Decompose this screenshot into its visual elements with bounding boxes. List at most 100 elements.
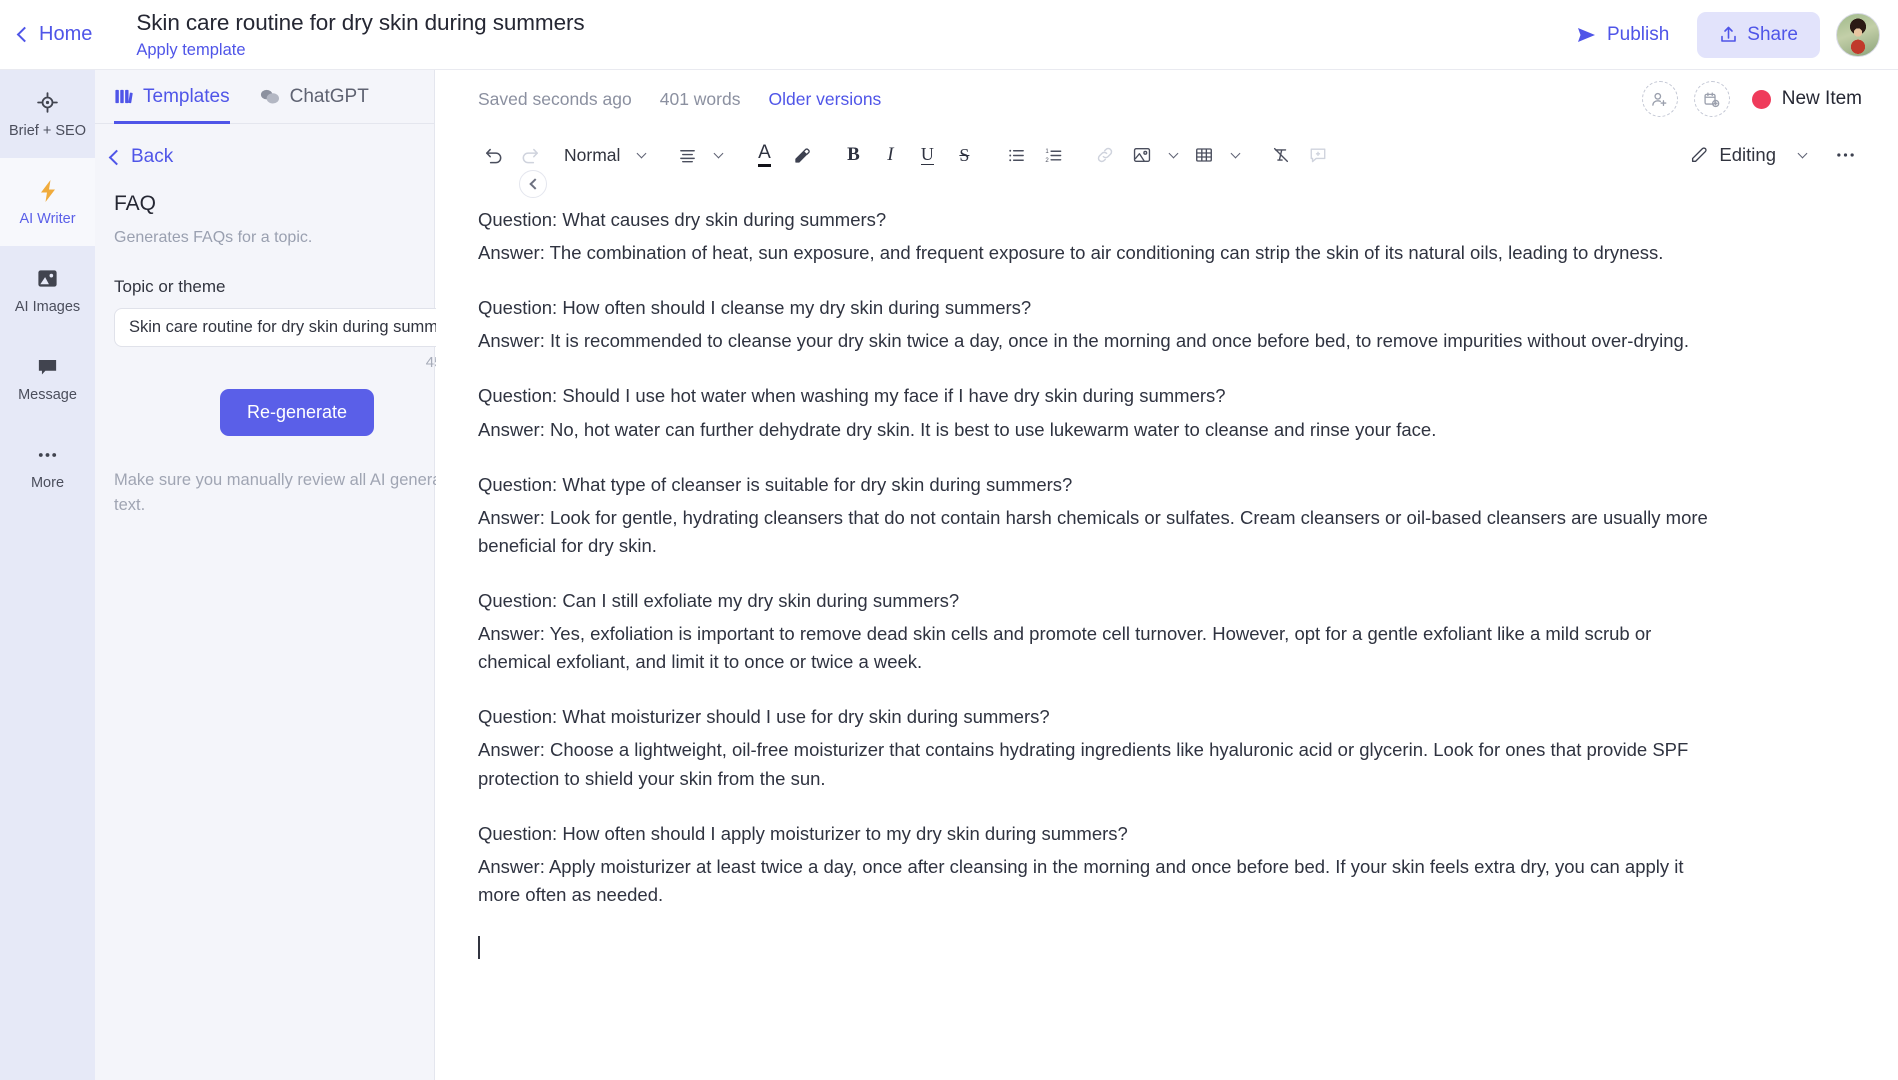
editor-status-bar: Saved seconds ago 401 words Older versio… xyxy=(436,70,1898,128)
svg-text:1: 1 xyxy=(1045,148,1049,155)
paragraph-style-caret[interactable] xyxy=(630,138,652,172)
chevron-down-icon xyxy=(1797,148,1807,159)
qa-block: Question: What causes dry skin during su… xyxy=(478,206,1858,267)
left-icon-rail: Brief + SEO AI Writer AI Images Message xyxy=(0,70,95,1080)
add-person-icon xyxy=(1651,91,1668,108)
older-versions-link[interactable]: Older versions xyxy=(768,89,881,110)
qa-answer: Answer: No, hot water can further dehydr… xyxy=(478,418,1437,440)
insert-image-button[interactable] xyxy=(1125,138,1159,172)
qa-question: Question: What moisturizer should I use … xyxy=(478,706,1050,728)
qa-answer: Answer: The combination of heat, sun exp… xyxy=(478,242,1664,264)
sidebar-item-label: AI Images xyxy=(14,298,81,315)
header-actions: Publish Share xyxy=(1563,11,1880,58)
upload-icon xyxy=(1719,25,1738,44)
pencil-icon xyxy=(1689,145,1709,165)
template-description: Generates FAQs for a topic. xyxy=(114,229,313,246)
topic-input[interactable] xyxy=(114,308,480,347)
align-caret[interactable] xyxy=(707,138,729,172)
sidebar-item-ai-writer[interactable]: AI Writer xyxy=(0,158,95,246)
bold-button[interactable]: B xyxy=(836,138,870,172)
new-item-label: New Item xyxy=(1781,88,1862,109)
editing-mode-label: Editing xyxy=(1719,144,1776,165)
toolbar-more-button[interactable] xyxy=(1828,138,1862,172)
editing-mode-controls: Editing xyxy=(1689,138,1862,172)
character-counter: 45 / 100 xyxy=(425,354,480,371)
qa-block: Question: How often should I apply moist… xyxy=(478,820,1858,909)
templates-grid-icon xyxy=(114,87,133,106)
regenerate-button[interactable]: Re-generate xyxy=(219,389,375,436)
qa-answer: Answer: Choose a lightweight, oil-free m… xyxy=(478,739,1689,789)
regenerate-row: Re-generate xyxy=(114,389,480,436)
strikethrough-icon: S xyxy=(959,144,970,165)
sidebar-item-ai-images[interactable]: AI Images xyxy=(0,246,95,334)
tab-templates[interactable]: Templates xyxy=(114,70,230,124)
paragraph-style-select[interactable]: Normal xyxy=(564,145,620,166)
title-block: Skin care routine for dry skin during su… xyxy=(136,9,584,60)
editing-mode-button[interactable]: Editing xyxy=(1689,144,1776,166)
ai-disclaimer: Make sure you manually review all AI gen… xyxy=(114,471,465,514)
svg-text:2: 2 xyxy=(1045,156,1049,163)
numbered-list-button[interactable]: 1 2 xyxy=(1036,138,1070,172)
document-body[interactable]: Question: What causes dry skin during su… xyxy=(436,182,1898,1070)
topic-field-label: Topic or theme xyxy=(114,277,226,296)
back-label: Back xyxy=(131,146,174,167)
qa-question: Question: How often should I cleanse my … xyxy=(478,297,1032,319)
add-comment-button[interactable] xyxy=(1301,138,1335,172)
panel-tabs: Templates ChatGPT xyxy=(95,70,434,124)
new-item-badge[interactable]: New Item xyxy=(1751,88,1862,110)
insert-table-button[interactable] xyxy=(1187,138,1221,172)
qa-block: Question: What type of cleanser is suita… xyxy=(478,471,1858,560)
underline-icon: U xyxy=(920,144,934,165)
link-button[interactable] xyxy=(1088,138,1122,172)
add-date-button[interactable] xyxy=(1693,81,1730,117)
ellipsis-icon xyxy=(1836,151,1855,159)
text-color-button[interactable]: A xyxy=(747,138,781,172)
add-person-button[interactable] xyxy=(1641,81,1678,117)
qa-question: Question: How often should I apply moist… xyxy=(478,822,1128,844)
underline-button[interactable]: U xyxy=(910,138,944,172)
image-icon xyxy=(35,266,61,292)
panel-body: FAQ Generates FAQs for a topic. Topic or… xyxy=(95,192,480,518)
panel-back-link[interactable]: Back xyxy=(108,146,434,168)
editor-toolbar: Normal A B I U S 1 2 Editing xyxy=(436,128,1898,182)
share-button[interactable]: Share xyxy=(1697,11,1820,58)
apply-template-link[interactable]: Apply template xyxy=(136,41,584,60)
add-date-icon xyxy=(1703,91,1720,108)
chevron-down-icon xyxy=(713,148,724,159)
tab-chatgpt[interactable]: ChatGPT xyxy=(259,70,369,124)
sidebar-item-more[interactable]: More xyxy=(0,422,95,510)
qa-question: Question: What causes dry skin during su… xyxy=(478,209,887,230)
undo-button[interactable] xyxy=(476,138,510,172)
sidebar-item-label: Message xyxy=(18,386,77,403)
word-count: 401 words xyxy=(659,88,741,109)
sidebar-item-label: Brief + SEO xyxy=(9,122,86,139)
text-cursor xyxy=(478,935,480,959)
italic-button[interactable]: I xyxy=(873,138,907,172)
sidebar-item-message[interactable]: Message xyxy=(0,334,95,422)
strikethrough-button[interactable]: S xyxy=(947,138,981,172)
image-caret[interactable] xyxy=(1162,138,1184,172)
status-actions: New Item xyxy=(1641,81,1862,117)
align-button[interactable] xyxy=(670,138,704,172)
qa-question: Question: Should I use hot water when wa… xyxy=(478,385,1226,407)
collapse-panel-button[interactable] xyxy=(519,170,547,198)
publish-button[interactable]: Publish xyxy=(1563,16,1681,54)
qa-block: Question: Should I use hot water when wa… xyxy=(478,382,1858,443)
clear-formatting-button[interactable] xyxy=(1264,138,1298,172)
table-caret[interactable] xyxy=(1224,138,1246,172)
qa-answer: Answer: Yes, exfoliation is important to… xyxy=(478,623,1652,673)
home-back-link[interactable]: Home xyxy=(16,23,93,46)
qa-question: Question: Can I still exfoliate my dry s… xyxy=(478,589,960,611)
highlight-button[interactable] xyxy=(784,138,818,172)
sidebar-item-label: AI Writer xyxy=(19,210,76,227)
redo-button[interactable] xyxy=(513,138,547,172)
editing-mode-caret[interactable] xyxy=(1791,138,1813,172)
bullet-list-button[interactable] xyxy=(999,138,1033,172)
lightning-bolt-icon xyxy=(35,178,61,204)
sidebar-item-brief-seo[interactable]: Brief + SEO xyxy=(0,70,95,158)
text-color-icon: A xyxy=(758,143,771,167)
home-label: Home xyxy=(39,23,93,45)
paragraph-style-value: Normal xyxy=(564,144,621,165)
chevron-left-icon xyxy=(16,26,33,43)
avatar[interactable] xyxy=(1836,12,1880,57)
